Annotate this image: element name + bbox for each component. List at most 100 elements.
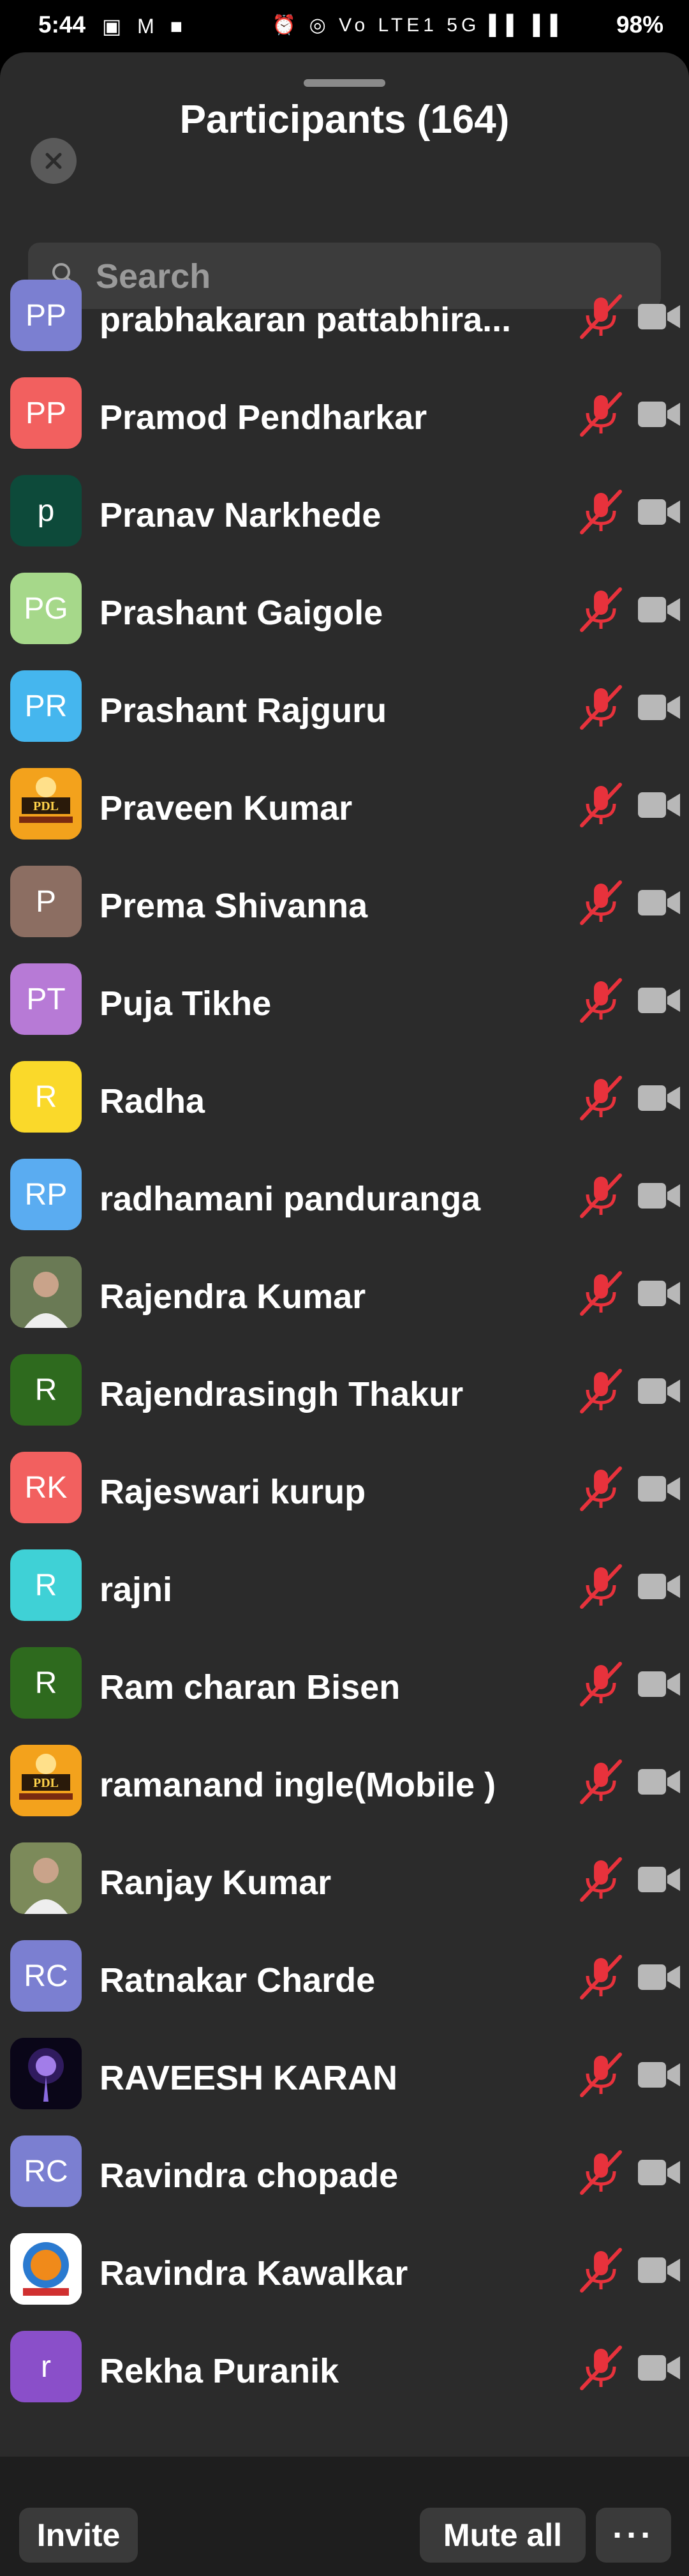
participant-row[interactable]: PR Prashant Rajguru (0, 659, 689, 757)
camera-off-icon[interactable] (637, 2057, 681, 2093)
participant-row[interactable]: Ravindra Kawalkar (0, 2222, 689, 2319)
camera-off-icon[interactable] (637, 2155, 681, 2190)
bottom-toolbar: Invite Mute all ··· (0, 2457, 689, 2576)
participant-row[interactable]: Rrajni (0, 1538, 689, 1636)
participant-row[interactable]: RK Rajeswari kurup (0, 1440, 689, 1538)
avatar: RP (10, 1159, 82, 1230)
participant-name: Praveen Kumar (100, 789, 353, 827)
mute-all-button[interactable]: Mute all (420, 2508, 586, 2563)
camera-off-icon[interactable] (637, 1178, 681, 1214)
camera-off-icon[interactable] (637, 299, 681, 335)
camera-off-icon[interactable] (637, 592, 681, 628)
avatar (10, 1256, 82, 1328)
camera-off-icon[interactable] (637, 396, 681, 432)
participant-name: rajni (100, 1570, 173, 1609)
avatar: PP (10, 377, 82, 449)
participant-row[interactable]: P Prema Shivanna (0, 854, 689, 952)
muted-mic-icon[interactable] (577, 683, 625, 732)
camera-off-icon[interactable] (637, 1471, 681, 1507)
participant-row[interactable]: PG Prashant Gaigole (0, 561, 689, 659)
drag-handle[interactable] (304, 79, 385, 87)
avatar: p (10, 475, 82, 546)
participant-row[interactable]: RC Ratnakar Charde (0, 1929, 689, 2026)
muted-mic-icon[interactable] (577, 878, 625, 927)
muted-mic-icon[interactable] (577, 781, 625, 829)
camera-off-icon[interactable] (637, 1569, 681, 1604)
camera-off-icon[interactable] (637, 1959, 681, 1995)
participant-row[interactable]: PDL ramanand ingle(Mobile ) (0, 1733, 689, 1831)
participant-row[interactable]: R Ram charan Bisen (0, 1636, 689, 1733)
muted-mic-icon[interactable] (577, 488, 625, 536)
avatar: R (10, 1061, 82, 1133)
svg-text:PDL: PDL (33, 1776, 59, 1790)
participant-row[interactable]: PP Pramod Pendharkar (0, 366, 689, 463)
battery-level: 98% (616, 11, 663, 38)
participant-name: Ravindra Kawalkar (100, 2254, 408, 2293)
muted-mic-icon[interactable] (577, 2246, 625, 2294)
participant-row[interactable]: PDL Praveen Kumar (0, 757, 689, 854)
participant-row[interactable]: PT Puja Tikhe (0, 952, 689, 1050)
participant-row[interactable]: PP prabhakaran pattabhira... (0, 268, 689, 366)
camera-off-icon[interactable] (637, 1666, 681, 1702)
muted-mic-icon[interactable] (577, 1562, 625, 1611)
camera-off-icon[interactable] (637, 1276, 681, 1311)
muted-mic-icon[interactable] (577, 1660, 625, 1708)
participant-name: Prashant Rajguru (100, 691, 387, 730)
close-button[interactable] (31, 138, 77, 184)
participant-row[interactable]: RP radhamani panduranga (0, 1147, 689, 1245)
camera-off-icon[interactable] (637, 2252, 681, 2288)
camera-off-icon[interactable] (637, 1764, 681, 1800)
muted-mic-icon[interactable] (577, 1074, 625, 1122)
participant-name: ramanand ingle(Mobile ) (100, 1766, 496, 1804)
participant-row[interactable]: r Rekha Puranik (0, 2319, 689, 2417)
muted-mic-icon[interactable] (577, 1465, 625, 1513)
participant-name: Puja Tikhe (100, 984, 272, 1023)
camera-off-icon[interactable] (637, 1862, 681, 1897)
participant-row[interactable]: R Rajendrasingh Thakur (0, 1343, 689, 1440)
muted-mic-icon[interactable] (577, 1953, 625, 2001)
more-options-button[interactable]: ··· (596, 2508, 671, 2563)
muted-mic-icon[interactable] (577, 1171, 625, 1220)
muted-mic-icon[interactable] (577, 2051, 625, 2099)
svg-text:PDL: PDL (33, 799, 59, 813)
participant-row[interactable]: Ranjay Kumar (0, 1831, 689, 1929)
camera-off-icon[interactable] (637, 1080, 681, 1116)
participant-row[interactable]: RAVEESH KARAN (0, 2026, 689, 2124)
avatar: PT (10, 963, 82, 1035)
participant-name: Prashant Gaigole (100, 594, 383, 632)
muted-mic-icon[interactable] (577, 1855, 625, 1904)
participant-row[interactable]: p Pranav Narkhede (0, 463, 689, 561)
muted-mic-icon[interactable] (577, 976, 625, 1025)
participant-row[interactable]: RC Ravindra chopade (0, 2124, 689, 2222)
camera-off-icon[interactable] (637, 1373, 681, 1409)
muted-mic-icon[interactable] (577, 390, 625, 439)
camera-off-icon[interactable] (637, 689, 681, 725)
avatar (10, 2233, 82, 2305)
muted-mic-icon[interactable] (577, 585, 625, 634)
muted-mic-icon[interactable] (577, 2148, 625, 2197)
muted-mic-icon[interactable] (577, 1269, 625, 1318)
avatar: PG (10, 573, 82, 644)
camera-off-icon[interactable] (637, 885, 681, 921)
participant-name: Rajeswari kurup (100, 1473, 366, 1511)
camera-off-icon[interactable] (637, 787, 681, 823)
participant-row[interactable]: Rajendra Kumar (0, 1245, 689, 1343)
page-title: Participants (164) (179, 98, 510, 142)
camera-off-icon[interactable] (637, 983, 681, 1018)
muted-mic-icon[interactable] (577, 292, 625, 341)
participant-name: Pramod Pendharkar (100, 398, 427, 437)
participant-name: radhamani panduranga (100, 1180, 481, 1218)
system-icons: ⏰ ◎ Vo LTE1 5G ▌▌ ▌▌ (272, 15, 568, 36)
invite-button[interactable]: Invite (19, 2508, 138, 2563)
avatar: PP (10, 280, 82, 351)
muted-mic-icon[interactable] (577, 1367, 625, 1415)
participant-row[interactable]: R Radha (0, 1050, 689, 1147)
muted-mic-icon[interactable] (577, 1758, 625, 1806)
participant-list: PP prabhakaran pattabhira... PP Pramod Pen… (0, 268, 689, 2457)
avatar: R (10, 1647, 82, 1719)
camera-off-icon[interactable] (637, 494, 681, 530)
participant-name: Rekha Puranik (100, 2352, 339, 2390)
muted-mic-icon[interactable] (577, 2344, 625, 2392)
avatar: R (10, 1549, 82, 1621)
camera-off-icon[interactable] (637, 2350, 681, 2386)
